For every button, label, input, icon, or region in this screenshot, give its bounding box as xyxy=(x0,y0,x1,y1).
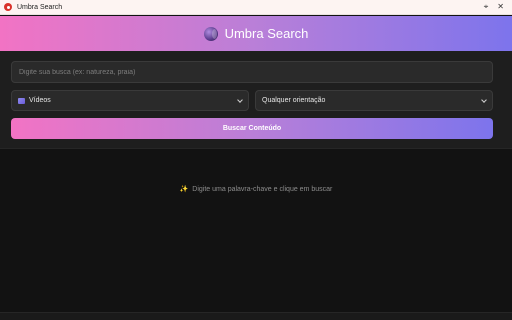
title-bar: Umbra Search ⌖ ✕ xyxy=(0,0,512,15)
chevron-down-icon xyxy=(237,96,243,103)
app-title: Umbra Search xyxy=(224,26,309,41)
close-icon[interactable]: ✕ xyxy=(497,3,504,11)
chevron-down-icon xyxy=(481,96,487,103)
results-area: ✨ Digite uma palavra-chave e clique em b… xyxy=(0,150,512,312)
content-type-select[interactable]: Vídeos xyxy=(11,90,249,111)
bottom-bar xyxy=(0,312,512,320)
window-title: Umbra Search xyxy=(17,3,63,11)
search-form: Vídeos Qualquer orientação Buscar Conteú… xyxy=(0,51,512,149)
moon-icon xyxy=(203,26,218,41)
orientation-value: Qualquer orientação xyxy=(262,97,326,104)
window-controls: ⌖ ✕ xyxy=(484,3,504,11)
pin-icon[interactable]: ⌖ xyxy=(484,3,489,11)
content-type-value: Vídeos xyxy=(29,97,51,104)
empty-state: ✨ Digite uma palavra-chave e clique em b… xyxy=(0,185,512,193)
search-button[interactable]: Buscar Conteúdo xyxy=(11,118,493,139)
video-icon xyxy=(18,97,25,104)
search-input[interactable] xyxy=(11,61,493,83)
app-header: Umbra Search xyxy=(0,16,512,51)
app-icon xyxy=(4,3,12,11)
orientation-select[interactable]: Qualquer orientação xyxy=(255,90,493,111)
empty-state-text: Digite uma palavra-chave e clique em bus… xyxy=(192,186,333,193)
sparkle-icon: ✨ xyxy=(179,186,189,193)
